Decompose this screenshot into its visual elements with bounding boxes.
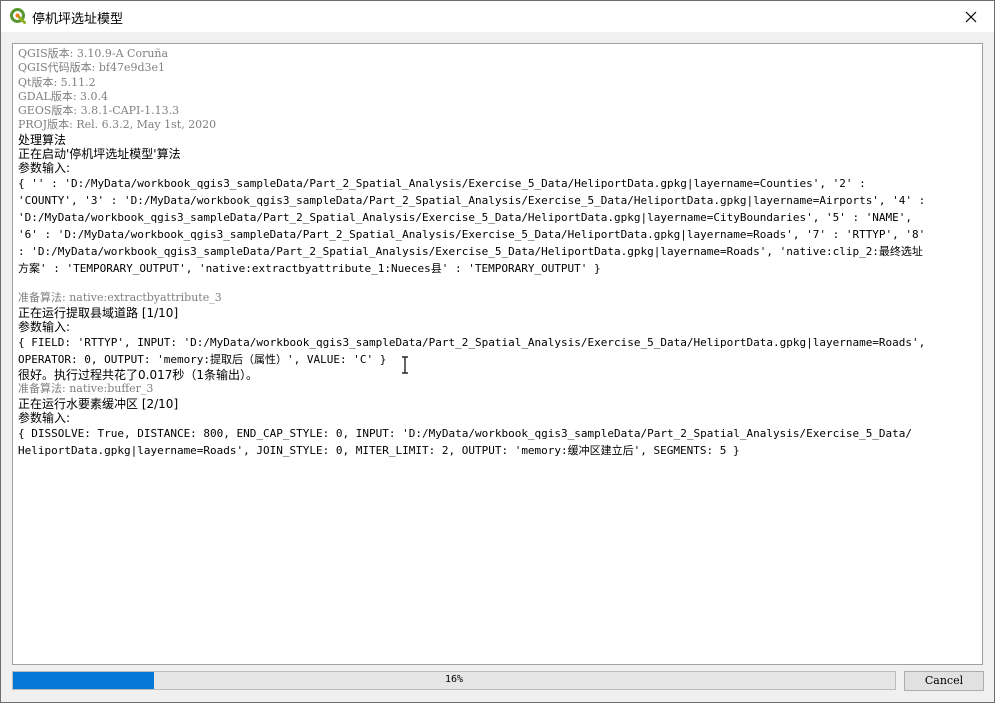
log-line: GDAL版本: 3.0.4 xyxy=(18,89,109,103)
log-line: { '' : 'D:/MyData/workbook_qgis3_sampleD… xyxy=(18,177,866,191)
log-line: QGIS版本: 3.10.9-A Coruña xyxy=(18,47,169,60)
log-line: 方案' : 'TEMPORARY_OUTPUT', 'native:extrac… xyxy=(18,262,601,276)
progress-bar: 16% xyxy=(12,671,896,690)
log-line: 正在运行提取县域道路 [1/10] xyxy=(18,305,179,320)
log-line: '6' : 'D:/MyData/workbook_qgis3_sampleDa… xyxy=(18,228,926,242)
log-line: GEOS版本: 3.8.1-CAPI-1.13.3 xyxy=(18,104,180,117)
log-line: QGIS代码版本: bf47e9d3e1 xyxy=(18,61,166,75)
qgis-icon xyxy=(10,8,26,24)
progress-label: 16% xyxy=(444,674,464,685)
log-content: QGIS版本: 3.10.9-A Coruña QGIS代码版本: bf47e9… xyxy=(18,47,978,459)
log-line: HeliportData.gpkg|layername=Roads', JOIN… xyxy=(18,444,740,457)
text-cursor-icon xyxy=(402,356,408,374)
cancel-button[interactable]: Cancel xyxy=(904,671,984,691)
log-line: 'D:/MyData/workbook_qgis3_sampleData/Par… xyxy=(18,211,913,225)
log-text-area[interactable]: QGIS版本: 3.10.9-A Coruña QGIS代码版本: bf47e9… xyxy=(12,43,983,665)
log-line: 'COUNTY', '3' : 'D:/MyData/workbook_qgis… xyxy=(18,194,926,208)
log-line: OPERATOR: 0, OUTPUT: 'memory:提取后（属性）', V… xyxy=(18,353,387,366)
dialog-window: 停机坪选址模型 QGIS版本: 3.10.9-A Coruña QGIS代码版本… xyxy=(0,0,995,703)
log-line: 参数输入: xyxy=(18,319,71,334)
log-line: 准备算法: native:extractbyattribute_3 xyxy=(18,291,222,305)
log-line: PROJ版本: Rel. 6.3.2, May 1st, 2020 xyxy=(18,118,217,132)
log-line: 参数输入: xyxy=(18,410,71,425)
log-line: 准备算法: native:buffer_3 xyxy=(18,382,154,396)
log-line: 处理算法 xyxy=(18,132,67,147)
log-spacer xyxy=(18,277,978,291)
log-line: { DISSOLVE: True, DISTANCE: 800, END_CAP… xyxy=(18,427,913,440)
log-line: 很好。执行过程共花了0.017秒（1条输出）。 xyxy=(18,368,258,382)
log-line: Qt版本: 5.11.2 xyxy=(18,75,96,89)
log-line: 正在启动'停机坪选址模型'算法 xyxy=(18,146,181,161)
title-bar[interactable]: 停机坪选址模型 xyxy=(1,1,994,32)
log-line: { FIELD: 'RTTYP', INPUT: 'D:/MyData/work… xyxy=(18,336,926,349)
log-line: 参数输入: xyxy=(18,161,71,175)
window-title: 停机坪选址模型 xyxy=(32,12,124,27)
log-line: : 'D:/MyData/workbook_qgis3_sampleData/P… xyxy=(18,245,923,259)
close-icon xyxy=(965,11,977,23)
log-line: 正在运行水要素缓冲区 [2/10] xyxy=(18,396,179,411)
close-button[interactable] xyxy=(948,1,994,32)
